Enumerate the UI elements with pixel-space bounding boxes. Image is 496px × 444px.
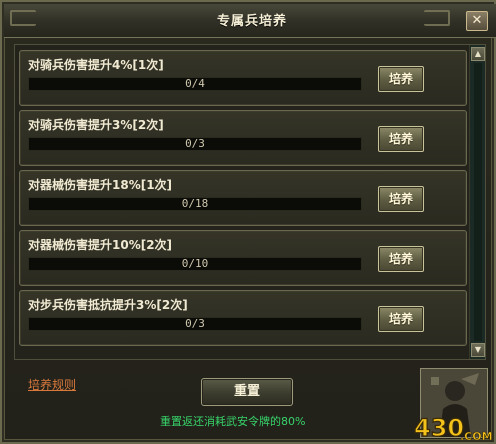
cultivation-item: 对器械伤害提升10%[2次] 0/10 培养 — [19, 230, 467, 286]
cultivation-list: 对骑兵伤害提升4%[1次] 0/4 培养 对骑兵伤害提升3%[2次] 0/3 培养 对器械伤… — [14, 44, 486, 360]
cultivation-item: 对步兵伤害抵抗提升3%[2次] 0/3 培养 — [19, 290, 467, 346]
rules-link[interactable]: 培养规则 — [28, 376, 76, 394]
svg-text:.COM: .COM — [460, 430, 493, 443]
cultivation-item: 对器械伤害提升18%[1次] 0/18 培养 — [19, 170, 467, 226]
cultivation-item-label: 对骑兵伤害提升4%[1次] — [28, 58, 164, 72]
window-title: 专属兵培养 — [216, 14, 287, 29]
progress-text: 0/4 — [185, 77, 205, 90]
progress-bar: 0/4 — [28, 77, 362, 91]
train-button[interactable]: 培养 — [378, 66, 424, 92]
progress-bar: 0/3 — [28, 317, 362, 331]
progress-bar: 0/10 — [28, 257, 362, 271]
cultivation-window: 专属兵培养 ✕ 对骑兵伤害提升4%[1次] 0/4 培养 对骑兵伤害提升3%[2次] 0… — [0, 0, 496, 444]
scroll-track[interactable] — [474, 63, 482, 341]
progress-bar: 0/18 — [28, 197, 362, 211]
cultivation-item: 对骑兵伤害提升3%[2次] 0/3 培养 — [19, 110, 467, 166]
train-button[interactable]: 培养 — [378, 186, 424, 212]
train-button[interactable]: 培养 — [378, 306, 424, 332]
watermark-logo: 430 .COM — [410, 410, 496, 444]
scrollbar[interactable]: ▲ ▼ — [469, 45, 485, 359]
cultivation-list-items: 对骑兵伤害提升4%[1次] 0/4 培养 对骑兵伤害提升3%[2次] 0/3 培养 对器械伤… — [15, 45, 467, 359]
cultivation-item-label: 对骑兵伤害提升3%[2次] — [28, 118, 164, 132]
cultivation-item-label: 对器械伤害提升10%[2次] — [28, 238, 173, 252]
scroll-up-arrow-icon[interactable]: ▲ — [471, 47, 485, 61]
svg-text:430: 430 — [414, 414, 464, 442]
progress-text: 0/10 — [181, 257, 209, 270]
cultivation-item-label: 对器械伤害提升18%[1次] — [28, 178, 173, 192]
reset-button[interactable]: 重置 — [201, 378, 293, 406]
title-bar: 专属兵培养 ✕ — [4, 4, 496, 38]
reset-note: 重置返还消耗武安令牌的80% — [160, 415, 306, 428]
cultivation-item: 对骑兵伤害提升4%[1次] 0/4 培养 — [19, 50, 467, 106]
title-ornament-left — [10, 10, 36, 26]
scroll-down-arrow-icon[interactable]: ▼ — [471, 343, 485, 357]
cultivation-item-label: 对步兵伤害抵抗提升3%[2次] — [28, 298, 188, 312]
train-button[interactable]: 培养 — [378, 126, 424, 152]
progress-bar: 0/3 — [28, 137, 362, 151]
title-ornament-right — [424, 10, 450, 26]
progress-text: 0/18 — [181, 197, 209, 210]
progress-text: 0/3 — [185, 317, 205, 330]
close-button[interactable]: ✕ — [466, 11, 488, 31]
progress-text: 0/3 — [185, 137, 205, 150]
train-button[interactable]: 培养 — [378, 246, 424, 272]
